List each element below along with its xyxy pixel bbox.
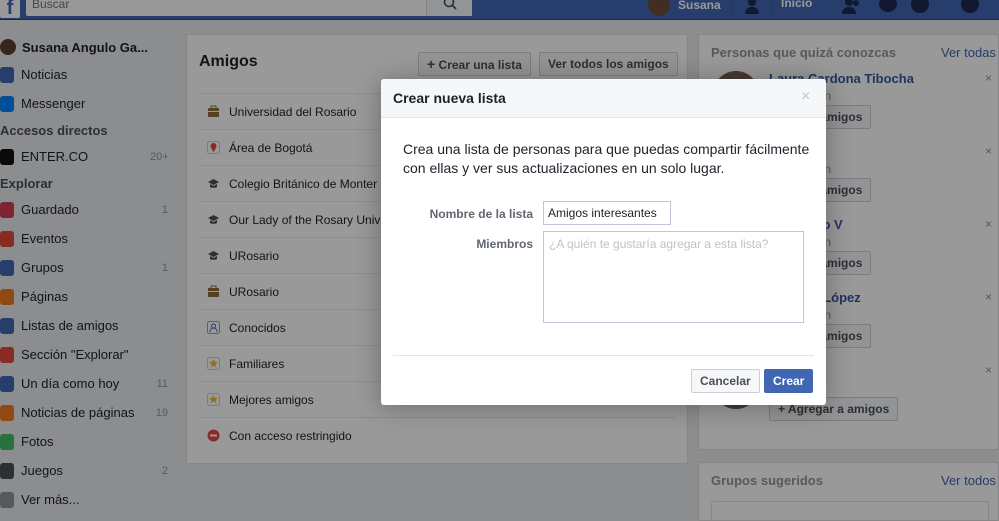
dialog-title: Crear nueva lista [393,90,506,106]
members-input[interactable] [543,231,804,323]
dialog-header: Crear nueva lista × [381,79,826,118]
list-name-input[interactable] [543,201,671,225]
members-label: Miembros [476,237,533,251]
dialog-description: Crea una lista de personas para que pued… [403,141,810,176]
close-icon[interactable]: × [801,88,810,106]
create-list-dialog: Crear nueva lista × Crea una lista de pe… [381,79,826,405]
list-name-label: Nombre de la lista [429,207,533,221]
create-button[interactable]: Crear [764,369,814,393]
divider [393,355,814,356]
cancel-button[interactable]: Cancelar [691,369,760,393]
